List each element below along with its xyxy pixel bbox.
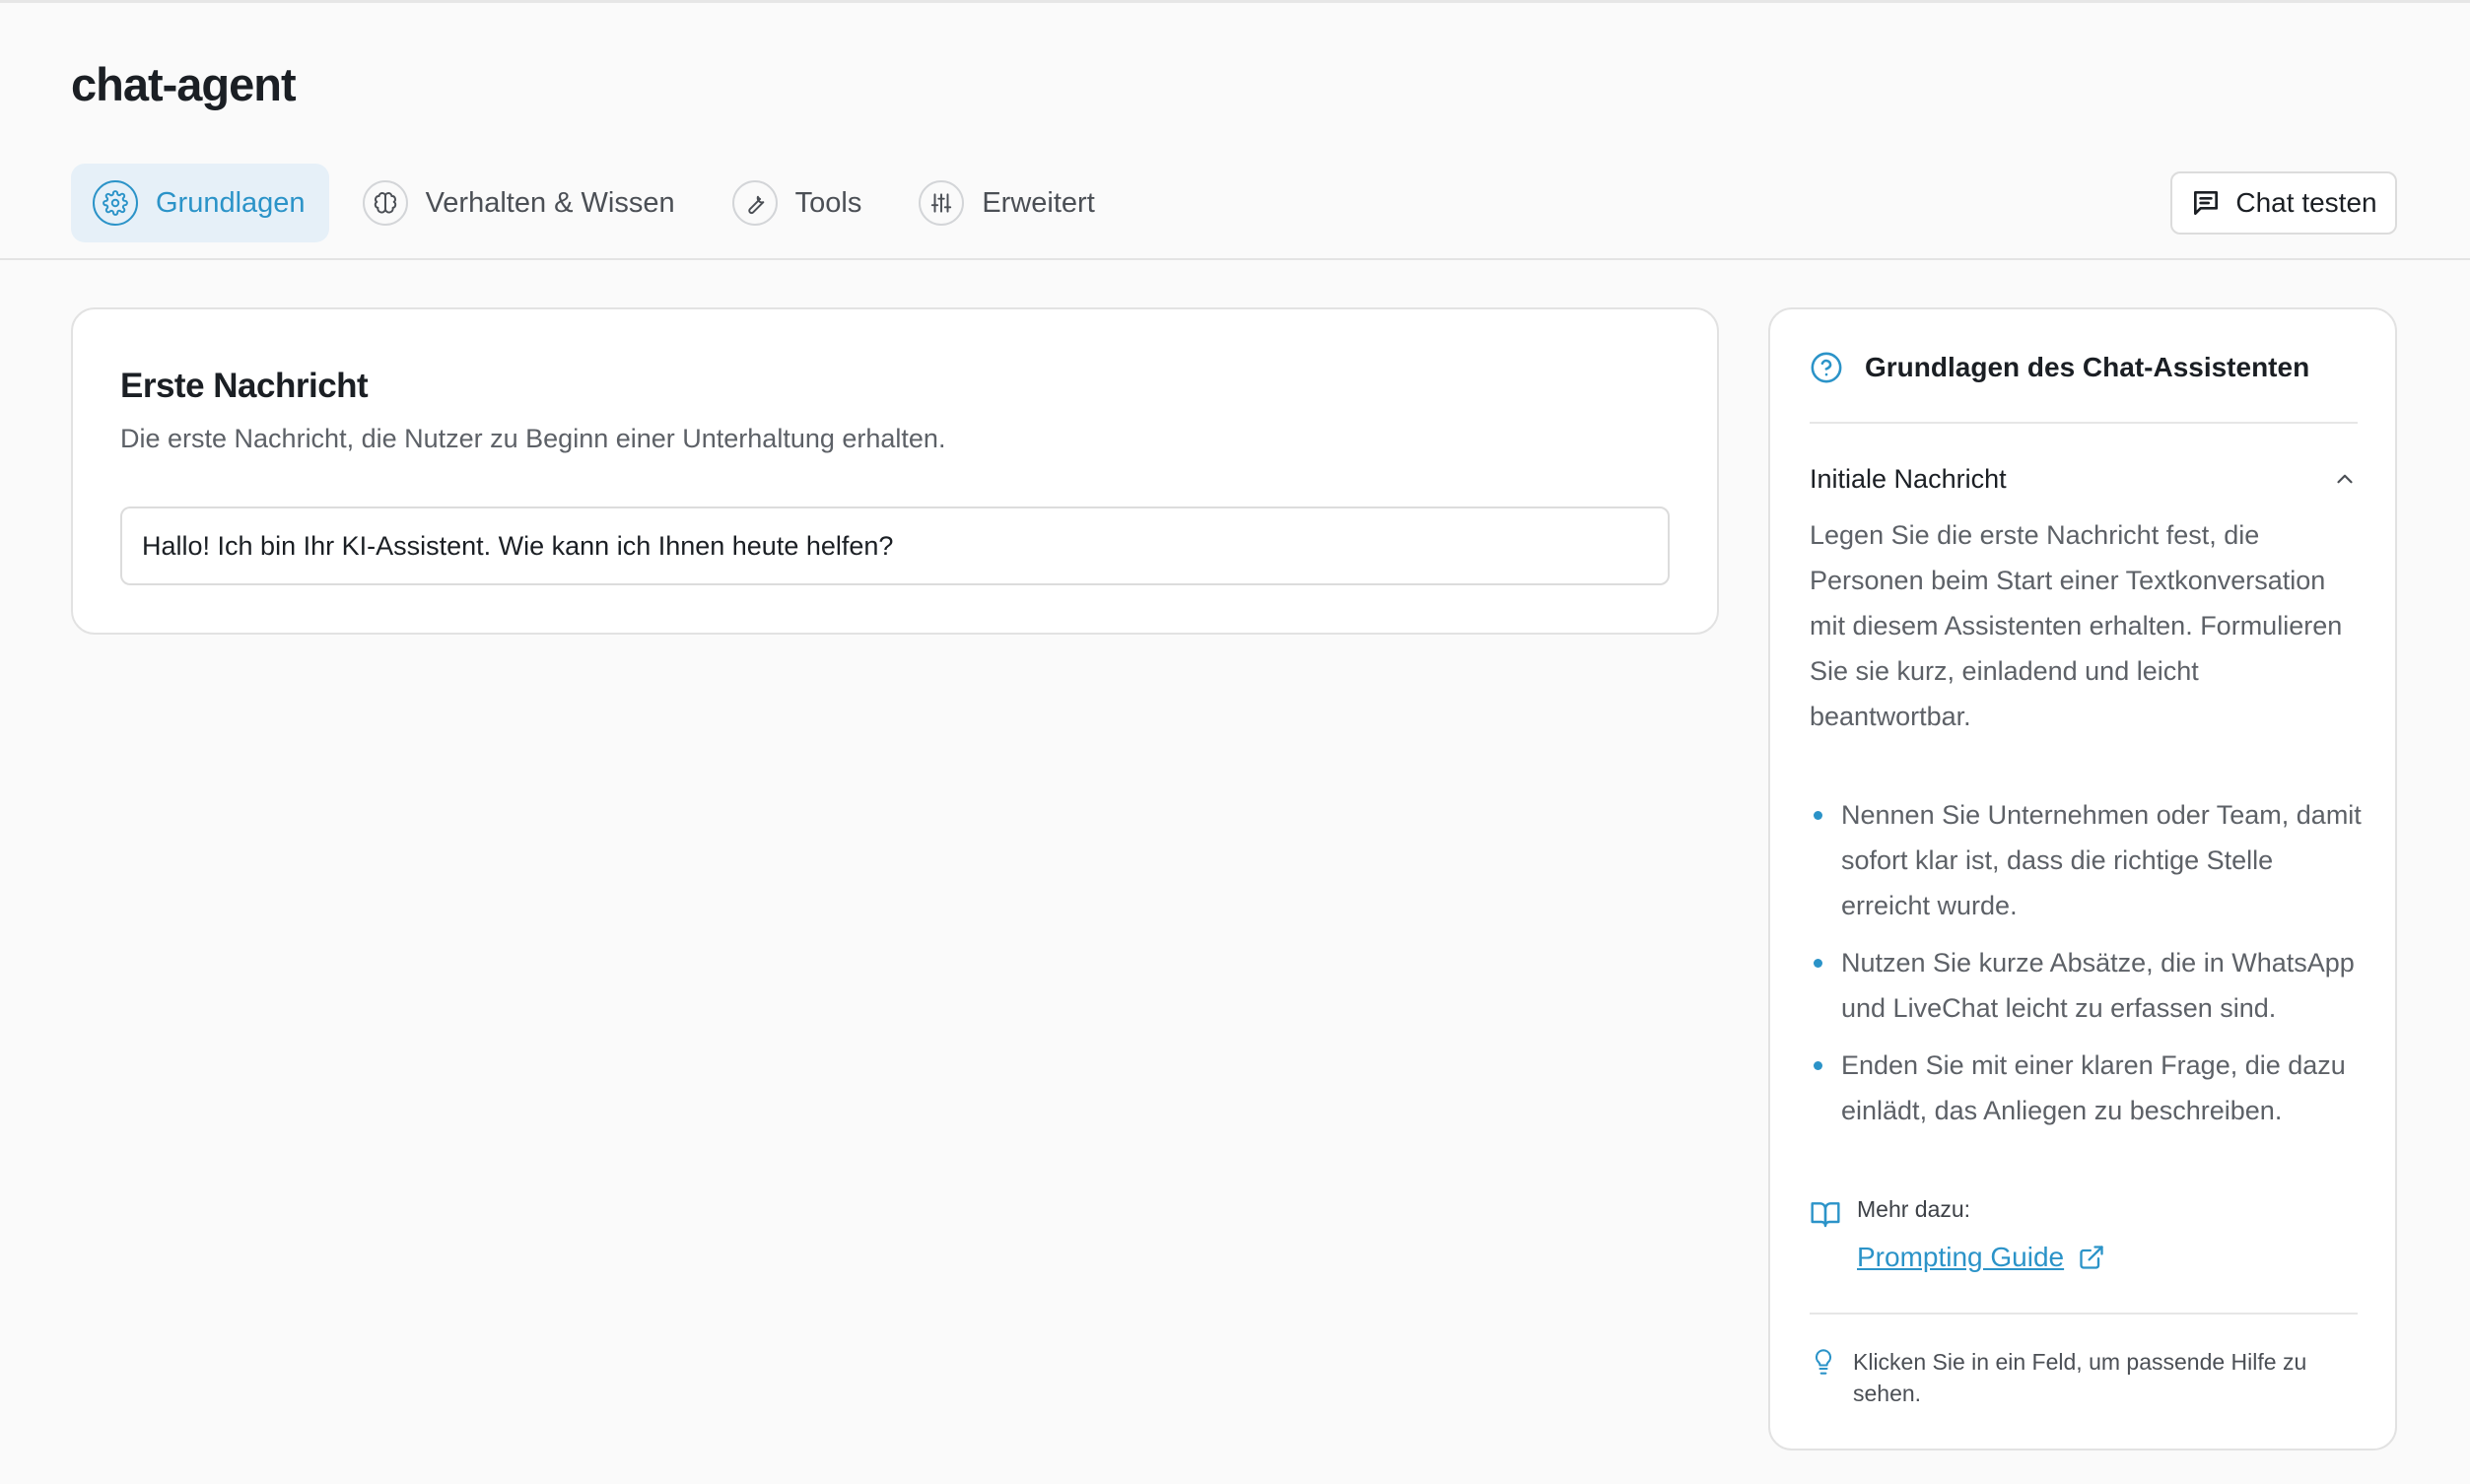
list-item: Nennen Sie Unternehmen oder Team, damit …: [1810, 792, 2362, 928]
bullet-dot: [1814, 1061, 1822, 1070]
tips-list: Nennen Sie Unternehmen oder Team, damit …: [1810, 792, 2362, 1145]
section-text: Legen Sie die erste Nachricht fest, die …: [1810, 520, 2343, 731]
prompting-guide-link[interactable]: Prompting Guide: [1857, 1242, 2105, 1273]
bullet-dot: [1814, 811, 1822, 820]
help-circle-icon: [1811, 352, 1842, 383]
hint-text: Klicken Sie in ein Feld, um passende Hil…: [1853, 1349, 2307, 1406]
chat-icon: [2194, 191, 2219, 215]
first-message-input[interactable]: [120, 506, 1670, 585]
page-title: chat-agent: [71, 58, 297, 110]
help-title: Grundlagen des Chat-Assistenten: [1865, 352, 2310, 382]
book-open-icon: [1811, 1202, 1840, 1228]
hint: Klicken Sie in ein Feld, um passende Hil…: [1810, 1346, 2362, 1409]
help-header: Grundlagen des Chat-Assistenten: [1810, 351, 2309, 384]
top-border: [0, 0, 2470, 3]
tab-verhalten-wissen[interactable]: Verhalten & Wissen: [341, 164, 699, 242]
tab-tools[interactable]: Tools: [711, 164, 886, 242]
list-item-text: Nutzen Sie kurze Absätze, die in WhatsAp…: [1841, 948, 2355, 1023]
brain-icon: [362, 180, 408, 226]
first-message-card: Erste Nachricht Die erste Nachricht, die…: [71, 307, 1719, 635]
divider: [1810, 422, 2358, 424]
tab-grundlagen[interactable]: Grundlagen: [71, 164, 329, 242]
tab-label: Tools: [794, 186, 862, 219]
section-title: Initiale Nachricht: [1810, 463, 2007, 494]
external-link-icon: [2080, 1246, 2103, 1269]
tab-label: Verhalten & Wissen: [425, 186, 675, 219]
sliders-icon: [919, 180, 965, 226]
section-toggle-initiale-nachricht[interactable]: Initiale Nachricht: [1810, 447, 2358, 510]
tab-bar: Grundlagen Verhalten & Wissen Tools Erwe…: [71, 164, 1131, 242]
bullet-dot: [1814, 959, 1822, 968]
link-label: Prompting Guide: [1857, 1242, 2065, 1272]
list-item-text: Nennen Sie Unternehmen oder Team, damit …: [1841, 800, 2362, 920]
list-item-text: Enden Sie mit einer klaren Frage, die da…: [1841, 1050, 2346, 1125]
list-item: Enden Sie mit einer klaren Frage, die da…: [1810, 1043, 2362, 1133]
more-label: Mehr dazu:: [1857, 1196, 1971, 1222]
divider: [1810, 1313, 2358, 1315]
card-description: Die erste Nachricht, die Nutzer zu Begin…: [120, 424, 946, 453]
lightbulb-icon: [1815, 1349, 1832, 1375]
card-title: Erste Nachricht: [120, 367, 369, 405]
wrench-icon: [731, 180, 778, 226]
list-item: Nutzen Sie kurze Absätze, die in WhatsAp…: [1810, 940, 2362, 1031]
tab-erweitert[interactable]: Erweitert: [897, 164, 1118, 242]
chat-test-label: Chat testen: [2235, 187, 2377, 218]
gear-icon: [93, 180, 138, 226]
chat-test-button[interactable]: Chat testen: [2170, 171, 2397, 235]
help-panel: Grundlagen des Chat-Assistenten Initiale…: [1768, 307, 2397, 1450]
tab-label: Erweitert: [982, 186, 1095, 219]
tab-label: Grundlagen: [156, 186, 306, 219]
chevron-up-icon: [2337, 474, 2353, 484]
header-divider: [0, 258, 2470, 260]
more-info: Mehr dazu:: [1810, 1196, 1970, 1230]
